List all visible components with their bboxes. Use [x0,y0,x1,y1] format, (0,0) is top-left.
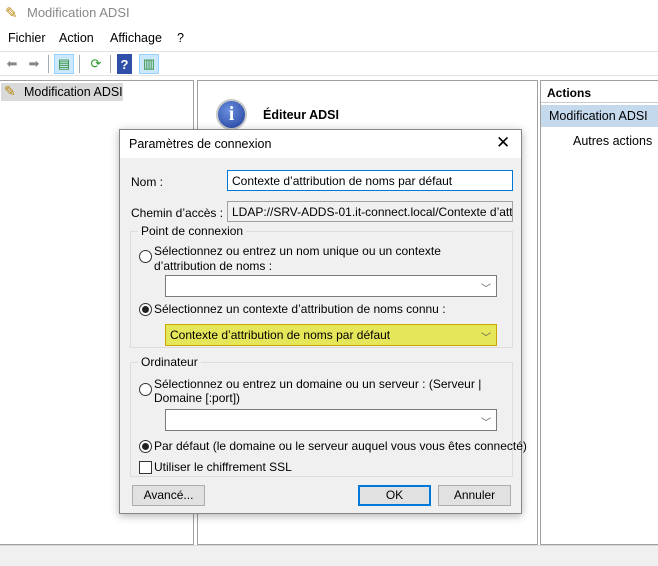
title-bar: ✎ Modification ADSI [0,0,658,26]
other-actions-link[interactable]: Autres actions [573,134,652,148]
dialog-title: Paramètres de connexion [129,137,272,151]
radio-custom-naming-context[interactable] [139,250,152,263]
toolbar-separator [79,55,80,73]
ok-button[interactable]: OK [358,485,431,506]
actions-header: Actions [541,81,658,103]
help-icon[interactable]: ? [117,54,132,74]
path-label: Chemin d’accès : [131,206,224,220]
server-combo[interactable]: ﹀ [165,409,497,431]
close-icon[interactable]: ✕ [496,133,510,153]
actions-section[interactable]: Modification ADSI [541,105,658,127]
connection-settings-dialog: Paramètres de connexion ✕ Nom : Contexte… [119,129,527,514]
advanced-button[interactable]: Avancé... [132,485,205,506]
name-label: Nom : [131,175,164,189]
toolbar-separator [48,55,49,73]
computer-group: Ordinateur Sélectionnez ou entrez un dom… [130,355,527,477]
dialog-title-bar: Paramètres de connexion ✕ [120,130,521,158]
refresh-icon[interactable]: ⟳ [86,54,106,74]
info-icon: i [216,99,247,130]
forward-arrow-icon[interactable]: ➡ [24,54,44,74]
window-title: Modification ADSI [27,5,130,20]
chevron-down-icon: ﹀ [481,333,491,344]
adsi-edit-icon: ✎ [4,83,16,99]
cancel-button[interactable]: Annuler [438,485,511,506]
radio-custom-server-label: Sélectionnez ou entrez un domaine ou un … [154,377,482,405]
menu-action[interactable]: Action [59,31,94,45]
chevron-down-icon: ﹀ [481,418,491,429]
name-input[interactable]: Contexte d’attribution de noms par défau… [227,170,513,191]
path-field: LDAP://SRV-ADDS-01.it-connect.local/Cont… [227,201,513,222]
center-heading: Éditeur ADSI [263,108,339,122]
adsi-edit-icon: ✎ [5,5,18,22]
radio-custom-server[interactable] [139,383,152,396]
chevron-down-icon: ﹀ [481,284,491,295]
menu-fichier[interactable]: Fichier [8,31,46,45]
menu-bar: Fichier Action Affichage ? [0,28,658,50]
ssl-label: Utiliser le chiffrement SSL [154,460,292,474]
naming-context-combo[interactable]: ﹀ [165,275,497,297]
menu-affichage[interactable]: Affichage [110,31,162,45]
group-label: Ordinateur [138,355,201,369]
radio-custom-label: Sélectionnez ou entrez un nom unique ou … [154,244,441,273]
toolbar-separator [110,55,111,73]
tree-item-root[interactable]: ✎ Modification ADSI [1,83,123,101]
radio-default-server[interactable] [139,440,152,453]
show-hide-action-pane-icon[interactable]: ▥ [139,54,159,74]
ssl-checkbox[interactable] [139,461,152,474]
back-arrow-icon[interactable]: ⬅ [2,54,22,74]
radio-default-server-label: Par défaut (le domaine ou le serveur auq… [154,439,527,453]
group-label: Point de connexion [138,224,247,238]
toolbar: ⬅ ➡ ▤ ⟳ ? ▥ [0,51,658,76]
radio-known-label: Sélectionnez un contexte d’attribution d… [154,302,446,316]
status-bar [0,545,658,566]
show-hide-tree-icon[interactable]: ▤ [54,54,74,74]
menu-help[interactable]: ? [177,31,184,45]
connection-point-group: Point de connexion Sélectionnez ou entre… [130,224,513,348]
known-naming-context-select[interactable]: Contexte d’attribution de noms par défau… [165,324,497,346]
combo-value: Contexte d’attribution de noms par défau… [170,328,391,342]
tree-item-label: Modification ADSI [24,85,123,99]
radio-known-naming-context[interactable] [139,303,152,316]
actions-pane: Actions Modification ADSI Autres actions [540,80,658,545]
